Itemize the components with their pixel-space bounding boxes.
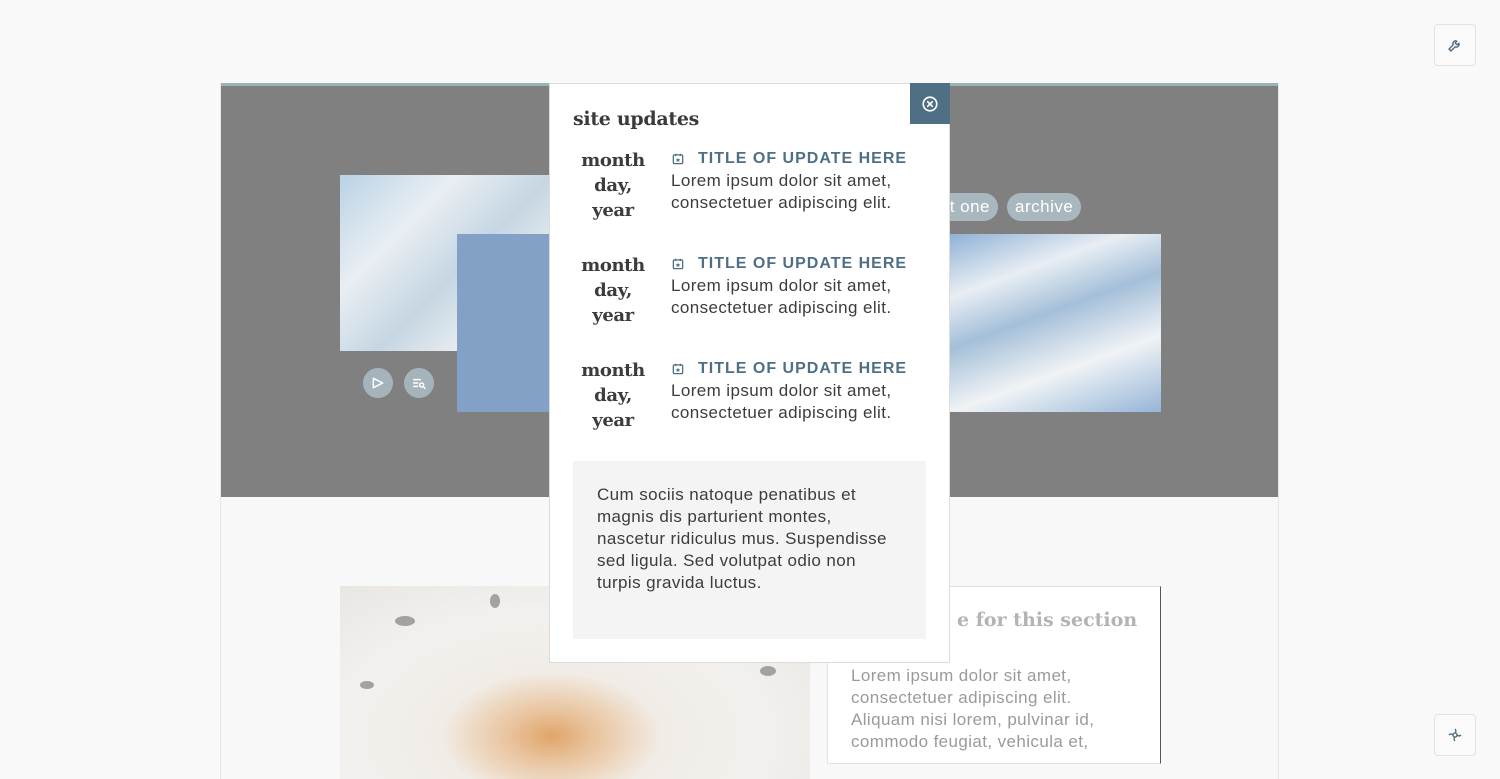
pill-archive[interactable]: archive [1007, 193, 1082, 221]
modal-title: site updates [573, 108, 700, 130]
close-circle-icon [922, 95, 938, 112]
update-item: month day, year TITLE OF UPDATE HERE Lor… [573, 148, 925, 238]
wrench-icon [1448, 40, 1460, 52]
update-item: month day, year TITLE OF UPDATE HERE Lor… [573, 253, 925, 343]
theme-button[interactable] [1434, 714, 1476, 756]
update-title[interactable]: TITLE OF UPDATE HERE [698, 360, 907, 378]
play-button[interactable] [363, 368, 393, 398]
update-title[interactable]: TITLE OF UPDATE HERE [698, 255, 907, 273]
site-updates-modal: site updates month day, year TITLE OF UP… [549, 83, 950, 663]
search-list-button[interactable] [404, 368, 434, 398]
calendar-star-icon [672, 363, 684, 375]
list-search-icon [412, 378, 426, 390]
calendar-star-icon [672, 153, 684, 165]
update-title[interactable]: TITLE OF UPDATE HERE [698, 150, 907, 168]
palette-icon [1448, 728, 1462, 742]
update-date: month day, year [581, 150, 645, 221]
update-date: month day, year [581, 360, 645, 431]
frosted-branches-image [950, 234, 1161, 412]
calendar-star-icon [672, 258, 684, 270]
settings-button[interactable] [1434, 24, 1476, 66]
close-button[interactable] [910, 83, 950, 124]
blue-image-block [457, 234, 552, 412]
play-icon [372, 377, 384, 389]
section-text: Lorem ipsum dolor sit amet, consectetuer… [851, 666, 1095, 751]
update-text: Lorem ipsum dolor sit amet, consectetuer… [671, 276, 892, 317]
update-date: month day, year [581, 255, 645, 326]
update-item: month day, year TITLE OF UPDATE HERE Lor… [573, 358, 925, 448]
update-text: Lorem ipsum dolor sit amet, consectetuer… [671, 171, 892, 212]
update-text: Lorem ipsum dolor sit amet, consectetuer… [671, 381, 892, 422]
modal-note: Cum sociis natoque penatibus et magnis d… [573, 461, 926, 639]
